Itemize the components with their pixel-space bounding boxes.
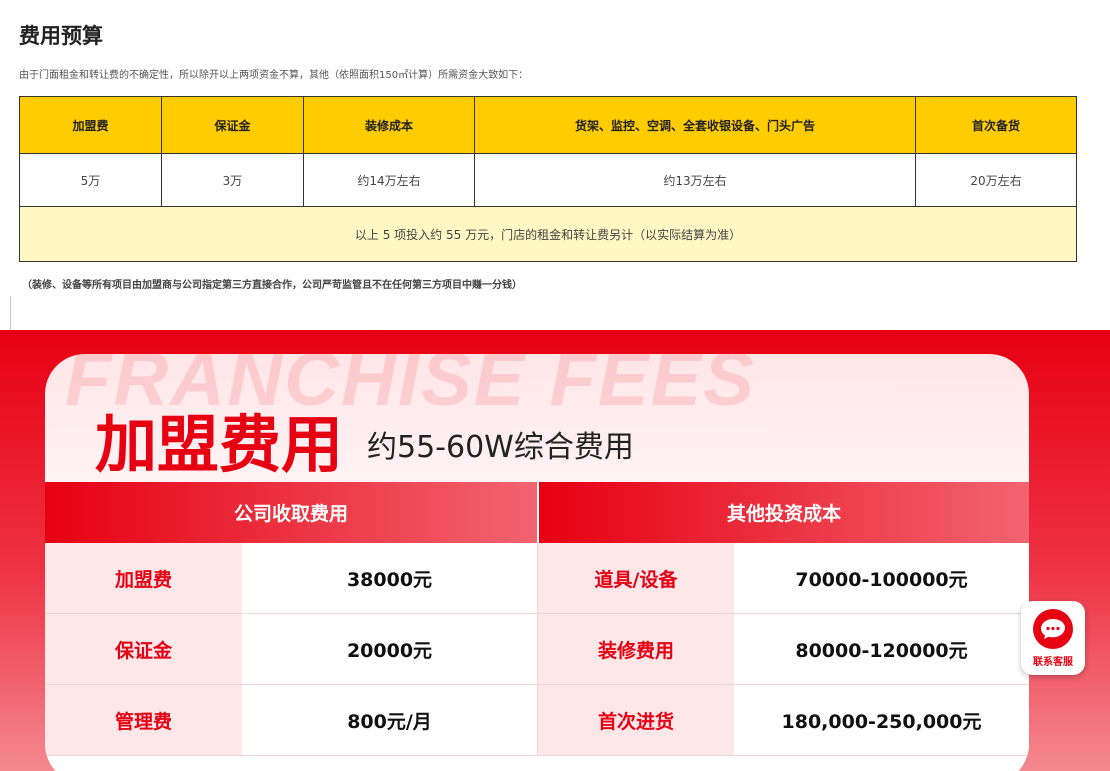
table-row: 保证金 20000元 装修费用 80000-120000元 [45, 614, 1029, 685]
intro-text: 由于门面租金和转让费的不确定性，所以除开以上两项资金不算，其他（依照面积150㎡… [19, 70, 529, 81]
company-fees-header: 公司收取费用 [45, 482, 537, 543]
divider [10, 296, 11, 330]
other-costs-header: 其他投资成本 [537, 482, 1029, 543]
cost-value: 70000-100000元 [734, 543, 1029, 613]
budget-section: 费用预算 由于门面租金和转让费的不确定性，所以除开以上两项资金不算，其他（依照面… [0, 0, 1110, 330]
budget-header-cell: 装修成本 [303, 96, 475, 154]
table-row: 加盟费 38000元 道具/设备 70000-100000元 [45, 543, 1029, 614]
contact-service-button[interactable]: 联系客服 [1021, 601, 1085, 675]
page-title: 费用预算 [19, 24, 103, 48]
budget-header-cell: 货架、监控、空调、全套收银设备、门头广告 [474, 96, 916, 154]
fees-title: 加盟费用 [95, 408, 344, 481]
fees-card: FRANCHISE FEES 加盟费用 约55-60W综合费用 公司收取费用 其… [45, 354, 1029, 771]
franchise-fees-banner: FRANCHISE FEES 加盟费用 约55-60W综合费用 公司收取费用 其… [0, 330, 1110, 771]
budget-value-row: 5万 3万 约14万左右 约13万左右 20万左右 [19, 153, 1077, 207]
contact-service-label: 联系客服 [1033, 656, 1073, 668]
fees-table: 公司收取费用 其他投资成本 加盟费 38000元 道具/设备 70000-100… [45, 482, 1029, 756]
budget-header-row: 加盟费 保证金 装修成本 货架、监控、空调、全套收银设备、门头广告 首次备货 [19, 96, 1077, 154]
budget-summary-row: 以上 5 项投入约 55 万元，门店的租金和转让费另计（以实际结算为准） [19, 206, 1077, 262]
budget-value-cell: 5万 [19, 153, 162, 207]
fees-subtitle: 约55-60W综合费用 [367, 430, 634, 465]
fee-value: 800元/月 [242, 685, 537, 755]
budget-value-cell: 约13万左右 [474, 153, 916, 207]
budget-footnote: （装修、设备等所有项目由加盟商与公司指定第三方直接合作，公司严苛监管且不在任何第… [22, 280, 522, 291]
budget-header-cell: 保证金 [161, 96, 304, 154]
fees-header-row: 公司收取费用 其他投资成本 [45, 482, 1029, 543]
budget-table: 加盟费 保证金 装修成本 货架、监控、空调、全套收银设备、门头广告 首次备货 5… [19, 96, 1077, 262]
budget-header-cell: 加盟费 [19, 96, 162, 154]
cost-value: 180,000-250,000元 [734, 685, 1029, 755]
fee-label: 管理费 [45, 685, 242, 755]
table-row: 管理费 800元/月 首次进货 180,000-250,000元 [45, 685, 1029, 756]
cost-label: 道具/设备 [537, 543, 734, 613]
fee-label: 保证金 [45, 614, 242, 684]
budget-value-cell: 20万左右 [915, 153, 1077, 207]
budget-value-cell: 约14万左右 [303, 153, 475, 207]
cost-value: 80000-120000元 [734, 614, 1029, 684]
fee-label: 加盟费 [45, 543, 242, 613]
fee-value: 20000元 [242, 614, 537, 684]
cost-label: 装修费用 [537, 614, 734, 684]
fee-value: 38000元 [242, 543, 537, 613]
chat-bubble-icon [1033, 608, 1073, 649]
cost-label: 首次进货 [537, 685, 734, 755]
budget-value-cell: 3万 [161, 153, 304, 207]
budget-header-cell: 首次备货 [915, 96, 1077, 154]
budget-summary: 以上 5 项投入约 55 万元，门店的租金和转让费另计（以实际结算为准） [19, 206, 1077, 262]
